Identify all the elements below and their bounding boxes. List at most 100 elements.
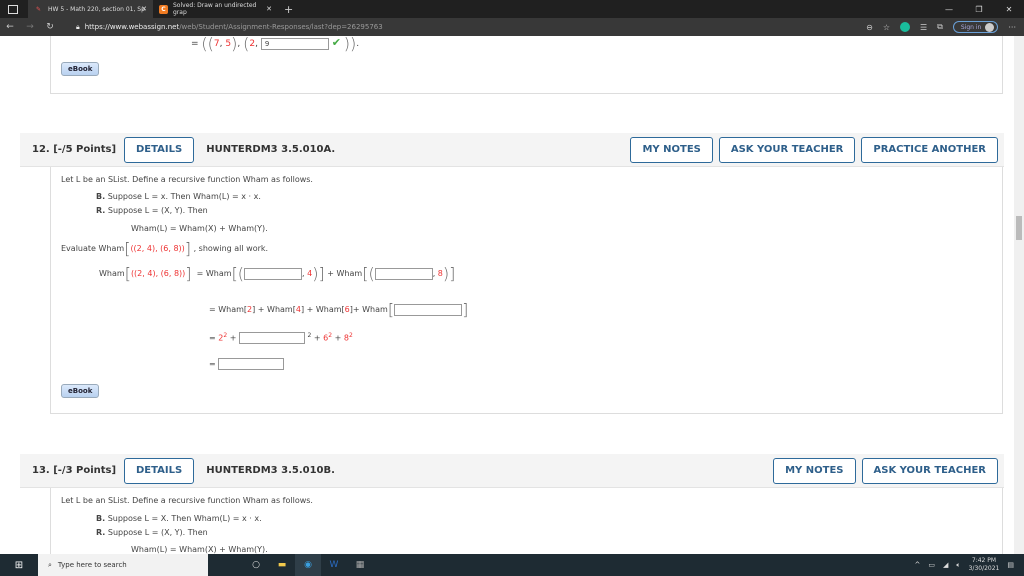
question-13-body: Let L be an SList. Define a recursive fu… (50, 488, 1003, 554)
value: 2 (247, 305, 253, 314)
network-icon[interactable]: ◢ (943, 561, 948, 569)
word-icon[interactable]: W (321, 554, 347, 576)
intro-text: Let L be an SList. Define a recursive fu… (61, 175, 313, 184)
points: [-/3 Points] (53, 465, 117, 476)
notifications-icon[interactable]: ▤ (1007, 561, 1014, 569)
new-tab-button[interactable]: + (284, 3, 293, 16)
date: 3/30/2021 (968, 565, 1000, 572)
close-tab-icon[interactable]: ✕ (266, 5, 272, 13)
text: Suppose L = x. Then Wham(L) = x · x. (107, 192, 261, 201)
page-scrollbar[interactable] (1014, 36, 1024, 554)
label: B. (96, 514, 106, 523)
close-window-button[interactable]: ✕ (994, 5, 1024, 14)
url-field[interactable]: 🔒︎ https://www.webassign.net/web/Student… (76, 20, 846, 34)
grammarly-icon[interactable] (900, 22, 910, 32)
list: ((2, 4), (6, 8)) (130, 269, 186, 278)
step-3: = 22 + 2 + 62 + 82 (209, 332, 353, 345)
wham: Wham (99, 269, 125, 278)
previous-question-body: = ((7, 5), (2, 9 ✔ )). eBook (50, 36, 1003, 94)
previous-answer-line: = ((7, 5), (2, 9 ✔ )). (191, 36, 360, 53)
lock-icon: 🔒︎ (76, 22, 80, 31)
favorite-add-icon[interactable]: ☆ (883, 23, 890, 32)
taskbar: ⊞ ⌕ Type here to search ○ ▬ ◉ W ▦ ^ ▭ ◢ 🔈… (0, 554, 1024, 576)
step3-input[interactable] (238, 332, 305, 345)
step1-input-b[interactable] (374, 267, 433, 280)
value: 7 (213, 39, 220, 49)
practice-another-button[interactable]: PRACTICE ANOTHER (861, 136, 998, 163)
sign-in-button[interactable]: Sign in (952, 21, 999, 33)
question-13-header: 13. [-/3 Points] DETAILS HUNTERDM3 3.5.0… (20, 454, 1004, 488)
more-menu-icon[interactable]: ··· (1008, 23, 1016, 32)
step-1: Wham[((2, 4), (6, 8))] = Wham[(, 4)] + W… (99, 264, 456, 283)
battery-icon[interactable]: ▭ (928, 561, 935, 569)
question-number: 12. [-/5 Points] (32, 144, 124, 155)
label: B. (96, 192, 106, 201)
step-4: = (209, 358, 285, 370)
question-id: HUNTERDM3 3.5.010A. (206, 144, 336, 155)
edge-icon[interactable]: ◉ (295, 554, 321, 576)
avatar (985, 22, 995, 32)
show-hidden-icons[interactable]: ^ (915, 561, 921, 569)
question-12-header: 12. [-/5 Points] DETAILS HUNTERDM3 3.5.0… (20, 133, 1004, 167)
scrollbar-thumb[interactable] (1016, 216, 1022, 240)
question-id: HUNTERDM3 3.5.010B. (206, 465, 335, 476)
address-bar-row: ← → ↻ 🔒︎ https://www.webassign.net/web/S… (0, 18, 1024, 36)
volume-icon[interactable]: 🔈︎ (956, 561, 960, 570)
wham: Wham (205, 269, 232, 278)
value: 2 (249, 39, 256, 49)
number: 12. (32, 144, 50, 155)
correct-check-icon: ✔ (331, 36, 341, 49)
evaluate-prompt: Evaluate Wham[((2, 4), (6, 8))] , showin… (61, 239, 269, 258)
answer-input[interactable]: 9 (260, 37, 329, 50)
ebook-button[interactable]: eBook (61, 62, 100, 76)
details-button[interactable]: DETAILS (124, 457, 195, 484)
chegg-icon: C (159, 4, 168, 14)
zoom-icon[interactable]: ⊖ (866, 23, 873, 32)
ask-your-teacher-button[interactable]: ASK YOUR TEACHER (861, 457, 998, 484)
ask-your-teacher-button[interactable]: ASK YOUR TEACHER (718, 136, 856, 163)
forward-button[interactable]: → (20, 22, 40, 32)
file-explorer-icon[interactable]: ▬ (269, 554, 295, 576)
tab-chegg[interactable]: C Solved: Draw an undirected grap ✕ (153, 0, 278, 18)
task-view-icon[interactable]: ○ (243, 554, 269, 576)
step1-input-a[interactable] (244, 267, 303, 280)
details-button[interactable]: DETAILS (124, 136, 195, 163)
final-answer-input[interactable] (218, 358, 285, 370)
browser-tab-bar: ✎ HW 5 - Math 220, section 01, Sp ✕ C So… (0, 0, 1024, 18)
url-path: /web/Student/Assignment-Responses/last?d… (179, 23, 383, 31)
collections-icon[interactable]: ⧉ (937, 22, 943, 32)
window-menu-icon[interactable] (8, 4, 18, 14)
ebook-button[interactable]: eBook (61, 384, 100, 398)
webassign-icon: ✎ (35, 5, 42, 13)
back-button[interactable]: ← (0, 22, 20, 32)
value: 4 (295, 305, 301, 314)
tab-title: HW 5 - Math 220, section 01, Sp (48, 5, 145, 13)
taskbar-search[interactable]: ⌕ Type here to search (38, 554, 208, 576)
text: Suppose L = X. Then Wham(L) = x · x. (107, 514, 262, 523)
clock[interactable]: 7:42 PM 3/30/2021 (969, 557, 1000, 573)
refresh-button[interactable]: ↻ (40, 22, 60, 32)
question-12-body: Let L be an SList. Define a recursive fu… (50, 167, 1003, 414)
label: R. (96, 206, 106, 215)
search-icon: ⌕ (48, 560, 52, 569)
favorites-icon[interactable]: ☰ (920, 23, 927, 32)
evaluate: Evaluate (61, 244, 96, 253)
base-case: B. Suppose L = X. Then Wham(L) = x · x. (96, 514, 262, 523)
rule: Wham(L) = Wham(X) + Wham(Y). (131, 224, 268, 233)
close-tab-icon[interactable]: ✕ (141, 5, 147, 13)
restore-button[interactable]: ❐ (964, 5, 994, 14)
tab-webassign[interactable]: ✎ HW 5 - Math 220, section 01, Sp ✕ (28, 0, 153, 18)
my-notes-button[interactable]: MY NOTES (630, 136, 713, 163)
tab-title: Solved: Draw an undirected grap (173, 2, 257, 16)
windows-start-icon[interactable]: ⊞ (0, 560, 38, 571)
step2-input[interactable] (394, 303, 463, 316)
calculator-icon[interactable]: ▦ (347, 554, 373, 576)
text: Suppose L = (X, Y). Then (107, 206, 208, 215)
wham: Wham (336, 269, 363, 278)
my-notes-button[interactable]: MY NOTES (773, 457, 856, 484)
value: 6 (344, 305, 350, 314)
label: R. (96, 528, 106, 537)
page-content: = ((7, 5), (2, 9 ✔ )). eBook 12. [-/5 Po… (0, 36, 1014, 554)
minimize-button[interactable]: — (934, 5, 964, 14)
search-placeholder: Type here to search (57, 561, 127, 569)
